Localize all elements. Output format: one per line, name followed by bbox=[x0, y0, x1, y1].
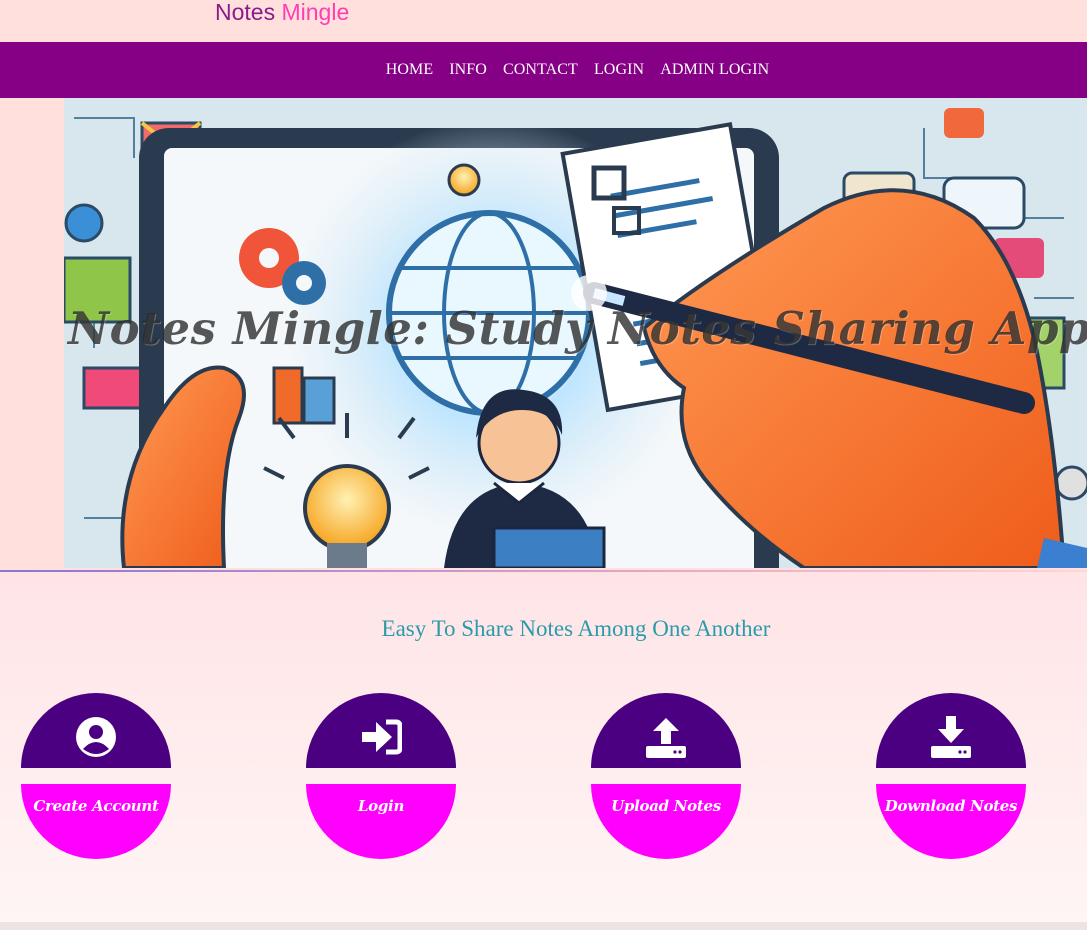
hero-title: Notes Mingle: Study Notes Sharing Applic… bbox=[68, 302, 1087, 355]
upload-notes-button[interactable]: Upload Notes bbox=[591, 693, 741, 859]
top-bar: Notes Mingle bbox=[0, 0, 1087, 42]
tagline: Easy To Share Notes Among One Another bbox=[381, 616, 771, 641]
download-notes-button[interactable]: Download Notes bbox=[876, 693, 1026, 859]
login-circle-bottom: Login bbox=[306, 784, 456, 859]
create-account-circle-bottom: Create Account bbox=[21, 784, 171, 859]
upload-notes-circle-top bbox=[591, 693, 741, 768]
footer-edge bbox=[0, 922, 1087, 930]
brand-name-mingle: Mingle bbox=[281, 0, 350, 25]
create-account-label: Create Account bbox=[33, 797, 159, 815]
nav-contact-link[interactable]: CONTACT bbox=[503, 61, 578, 79]
nav-login-link[interactable]: LOGIN bbox=[594, 61, 644, 79]
download-icon bbox=[930, 704, 972, 758]
login-label: Login bbox=[357, 797, 405, 815]
login-circle-top bbox=[306, 693, 456, 768]
features-section: Easy To Share Notes Among One Another Cr… bbox=[0, 572, 1087, 922]
upload-notes-circle-bottom: Upload Notes bbox=[591, 784, 741, 859]
brand-name-notes: Notes bbox=[215, 0, 276, 25]
user-circle-icon bbox=[75, 704, 117, 758]
brand-logo[interactable]: Notes Mingle bbox=[215, 0, 349, 27]
download-notes-circle-top bbox=[876, 693, 1026, 768]
upload-notes-label: Upload Notes bbox=[611, 797, 721, 815]
hero-banner: Notes Mingle: Study Notes Sharing Applic… bbox=[64, 98, 1087, 568]
create-account-circle-top bbox=[21, 693, 171, 768]
upload-icon bbox=[645, 704, 687, 758]
nav-admin-login-link[interactable]: ADMIN LOGIN bbox=[660, 61, 769, 79]
sign-in-icon bbox=[360, 707, 402, 755]
login-button[interactable]: Login bbox=[306, 693, 456, 859]
nav-home-link[interactable]: HOME bbox=[386, 61, 434, 79]
download-notes-circle-bottom: Download Notes bbox=[876, 784, 1026, 859]
download-notes-label: Download Notes bbox=[884, 797, 1018, 815]
create-account-button[interactable]: Create Account bbox=[21, 693, 171, 859]
nav-links: HOME INFO CONTACT LOGIN ADMIN LOGIN bbox=[386, 61, 770, 79]
main-navbar: HOME INFO CONTACT LOGIN ADMIN LOGIN bbox=[0, 42, 1087, 98]
nav-info-link[interactable]: INFO bbox=[449, 61, 487, 79]
